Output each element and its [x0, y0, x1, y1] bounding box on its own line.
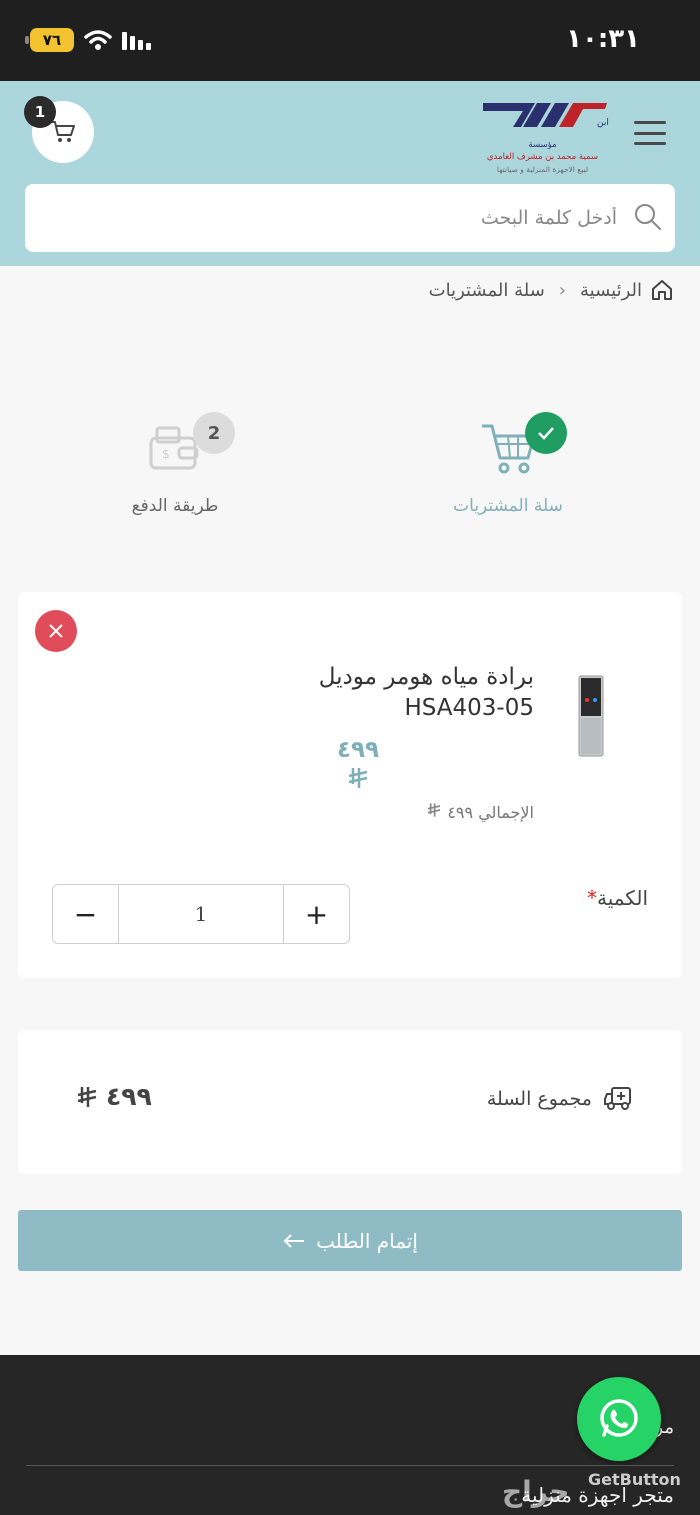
checkout-steps: سلة المشتريات $ 2 طريقة الدفع	[0, 400, 700, 530]
riyal-icon	[348, 768, 368, 788]
logo-line2: سمية محمد بن مشرف الغامدي	[486, 152, 599, 162]
quantity-label-text: الكمية	[596, 886, 648, 910]
site-header: 1 ابن مؤسسة سمية محمد بن مشرف الغامدي لب…	[0, 81, 700, 266]
riyal-icon	[428, 803, 441, 817]
svg-text:$: $	[162, 447, 170, 461]
cart-count-badge: 1	[24, 96, 56, 128]
quantity-stepper: − 1 +	[52, 884, 350, 944]
logo-line3: لبيع الاجهزة المنزلية و صيانتها	[496, 165, 589, 174]
watermark: حراج	[502, 1475, 570, 1508]
search-icon[interactable]	[633, 202, 663, 232]
breadcrumb: الرئيسية ‹ سلة المشتريات	[429, 278, 674, 302]
logo-line1: مؤسسة	[528, 140, 557, 150]
menu-button[interactable]	[634, 121, 666, 145]
chevron-left-icon: ‹	[558, 279, 566, 301]
remove-item-button[interactable]	[35, 610, 77, 652]
quantity-label: الكمية*	[587, 886, 648, 910]
required-mark: *	[586, 886, 597, 910]
step-cart: سلة المشتريات	[408, 400, 608, 516]
product-image[interactable]	[575, 674, 607, 758]
increase-quantity-button[interactable]: +	[283, 885, 349, 943]
getbutton-label[interactable]: GetButton	[588, 1470, 681, 1489]
delivery-truck-icon	[604, 1087, 631, 1110]
cart-total-card: مجموع السلة ٤٩٩	[18, 1030, 682, 1174]
checkout-button-label: إتمام الطلب	[316, 1228, 418, 1253]
wifi-icon	[84, 30, 112, 50]
riyal-icon	[77, 1086, 97, 1107]
status-time: ١٠:٣١	[566, 24, 640, 54]
status-icons: ٧٦	[25, 28, 156, 52]
svg-text:ابن: ابن	[597, 118, 609, 128]
product-total-text: الإجمالي ٤٩٩	[447, 803, 534, 822]
footer-divider	[26, 1465, 674, 1466]
arrow-left-icon	[283, 1233, 305, 1248]
cart-total-amount: ٤٩٩	[106, 1082, 152, 1111]
quantity-value[interactable]: 1	[119, 885, 283, 943]
decrease-quantity-button[interactable]: −	[53, 885, 119, 943]
product-name[interactable]: برادة مياه هومر موديل HSA403-05	[234, 662, 534, 724]
breadcrumb-home[interactable]: الرئيسية	[580, 280, 642, 301]
cart-icon	[51, 121, 75, 142]
step-payment: $ 2 طريقة الدفع	[75, 400, 275, 516]
step-cart-label: سلة المشتريات	[453, 496, 563, 516]
cart-total-label: مجموع السلة	[486, 1088, 592, 1110]
logo-mark: ابن	[483, 103, 609, 128]
step-payment-label: طريقة الدفع	[131, 496, 219, 516]
check-icon	[525, 412, 567, 454]
home-icon[interactable]	[650, 278, 674, 302]
battery-icon: ٧٦	[25, 28, 74, 52]
cart-item-card: برادة مياه هومر موديل HSA403-05 ٤٩٩ الإج…	[18, 592, 682, 978]
checkout-button[interactable]: إتمام الطلب	[18, 1210, 682, 1271]
cart-total-value: ٤٩٩	[76, 1082, 152, 1111]
search-box	[25, 184, 675, 252]
product-price: ٤٩٩	[318, 734, 398, 799]
signal-icon	[122, 32, 151, 50]
step-number-badge: 2	[193, 412, 235, 454]
whatsapp-button[interactable]	[577, 1377, 661, 1461]
whatsapp-icon	[600, 1399, 638, 1437]
close-icon	[49, 624, 63, 638]
menu-bar	[634, 131, 666, 135]
menu-bar	[634, 121, 666, 124]
menu-bar	[634, 142, 666, 145]
site-logo[interactable]: ابن مؤسسة سمية محمد بن مشرف الغامدي لبيع…	[470, 97, 615, 174]
search-input[interactable]	[45, 198, 617, 238]
status-bar: ٧٦ ١٠:٣١	[0, 0, 700, 81]
product-total: الإجمالي ٤٩٩	[426, 802, 534, 822]
breadcrumb-current: سلة المشتريات	[428, 279, 545, 301]
product-price-value: ٤٩٩	[336, 737, 380, 763]
